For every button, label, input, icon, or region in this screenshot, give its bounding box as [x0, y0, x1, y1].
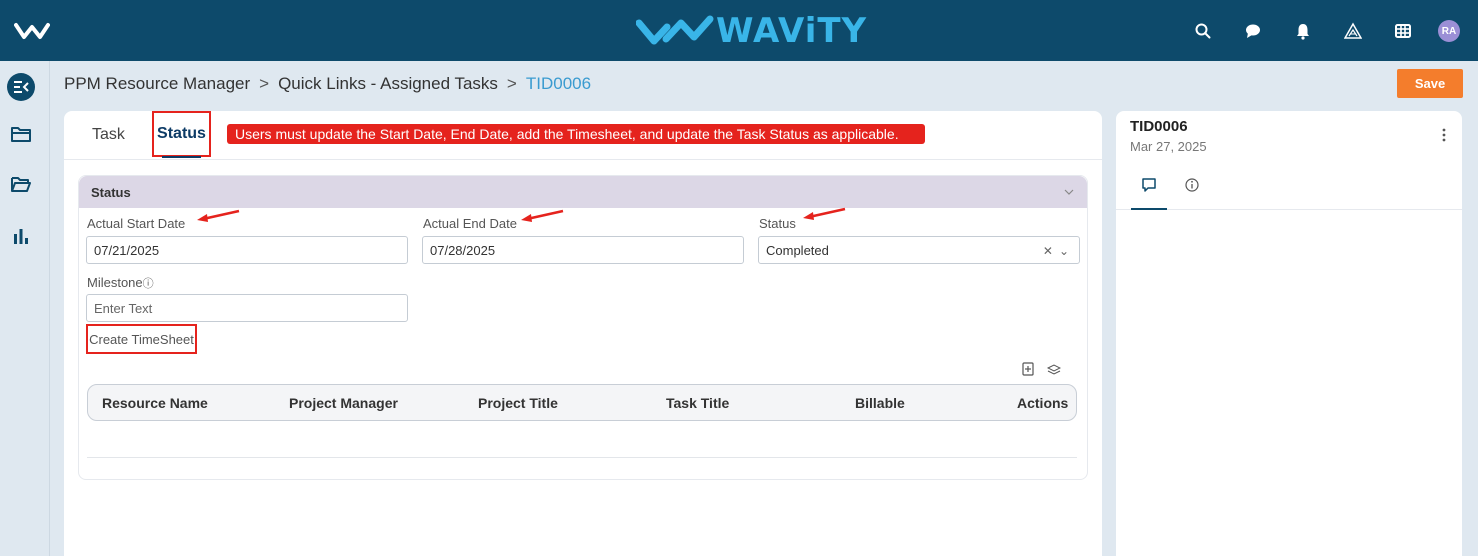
grid-icon[interactable] [1390, 18, 1416, 44]
actual-end-label: Actual End Date [423, 216, 517, 231]
search-icon[interactable] [1190, 18, 1216, 44]
side-panel-tabs [1116, 161, 1462, 210]
main-card: Task Status Users must update the Start … [64, 111, 1102, 556]
folder-open-icon[interactable] [11, 174, 31, 194]
comment-icon[interactable] [1131, 173, 1167, 210]
actual-start-date-input[interactable]: 07/21/2025 [86, 236, 408, 264]
layers-icon[interactable] [1047, 362, 1061, 376]
column-header[interactable]: Actions [1017, 395, 1068, 411]
column-header[interactable]: Task Title [666, 395, 729, 411]
save-button[interactable]: Save [1397, 69, 1463, 98]
bar-chart-icon[interactable] [11, 226, 31, 246]
side-panel: TID0006 Mar 27, 2025 [1116, 111, 1462, 556]
actual-start-label: Actual Start Date [87, 216, 186, 231]
timesheet-table-header: Resource Name Project Manager Project Ti… [87, 384, 1077, 421]
tab-bar: Task Status Users must update the Start … [64, 111, 1102, 160]
info-icon[interactable]: ⓘ [143, 278, 154, 290]
status-section-header[interactable]: Status [79, 176, 1087, 208]
left-rail [0, 61, 50, 556]
side-panel-date: Mar 27, 2025 [1130, 139, 1207, 154]
breadcrumb-item-ppm[interactable]: PPM Resource Manager [64, 74, 250, 94]
column-header[interactable]: Project Title [478, 395, 558, 411]
table-divider [87, 457, 1077, 458]
collapse-menu-icon[interactable] [7, 73, 35, 101]
annotation-arrow-icon [197, 209, 240, 222]
column-header[interactable]: Resource Name [102, 395, 208, 411]
actual-end-date-input[interactable]: 07/28/2025 [422, 236, 744, 264]
triangle-logo-icon[interactable] [1340, 18, 1366, 44]
top-bar: WAViTY RA [0, 0, 1478, 61]
breadcrumb-separator: > [259, 74, 270, 93]
clear-icon[interactable]: ✕ [1043, 244, 1053, 258]
breadcrumb: PPM Resource Manager > Quick Links - Ass… [64, 74, 591, 94]
brand-logo: WAViTY [636, 11, 868, 51]
breadcrumb-current: TID0006 [525, 74, 592, 93]
tab-task[interactable]: Task [92, 126, 125, 144]
chat-icon[interactable] [1240, 18, 1266, 44]
select-controls: ✕ ⌄ [1043, 244, 1069, 258]
status-select-value: Completed [766, 242, 829, 258]
status-select[interactable]: Completed ✕ ⌄ [758, 236, 1080, 264]
export-file-icon[interactable] [1021, 362, 1035, 376]
annotation-arrow-icon [803, 207, 846, 220]
section-title: Status [91, 185, 131, 200]
chevron-down-icon[interactable] [1063, 186, 1075, 198]
create-timesheet-link[interactable]: Create TimeSheet [86, 324, 197, 354]
brand-name: WAViTY [716, 11, 868, 51]
status-section: Status Actual Start Date 07/21/2025 Actu… [78, 175, 1088, 480]
wavity-logo-icon[interactable] [14, 19, 50, 43]
breadcrumb-separator: > [506, 74, 517, 93]
brand-mark-icon [636, 15, 714, 45]
bell-icon[interactable] [1290, 18, 1316, 44]
milestone-label: Milestoneⓘ [87, 275, 154, 291]
header-actions: RA [1166, 18, 1460, 44]
folder-icon[interactable] [11, 124, 31, 144]
column-header[interactable]: Billable [855, 395, 905, 411]
more-vertical-icon[interactable] [1442, 127, 1446, 143]
column-header[interactable]: Project Manager [289, 395, 398, 411]
avatar[interactable]: RA [1438, 20, 1460, 42]
annotation-arrow-icon [521, 209, 564, 222]
milestone-input[interactable]: Enter Text [86, 294, 408, 322]
info-icon[interactable] [1174, 173, 1210, 197]
breadcrumb-item-quick-links[interactable]: Quick Links - Assigned Tasks [278, 74, 498, 94]
table-tools [1021, 362, 1061, 376]
side-panel-title: TID0006 [1130, 118, 1188, 135]
tab-status[interactable]: Status [152, 111, 211, 158]
milestone-label-text: Milestone [87, 275, 143, 290]
chevron-down-icon[interactable]: ⌄ [1059, 244, 1069, 258]
instruction-notice: Users must update the Start Date, End Da… [227, 124, 925, 144]
status-label: Status [759, 216, 796, 231]
